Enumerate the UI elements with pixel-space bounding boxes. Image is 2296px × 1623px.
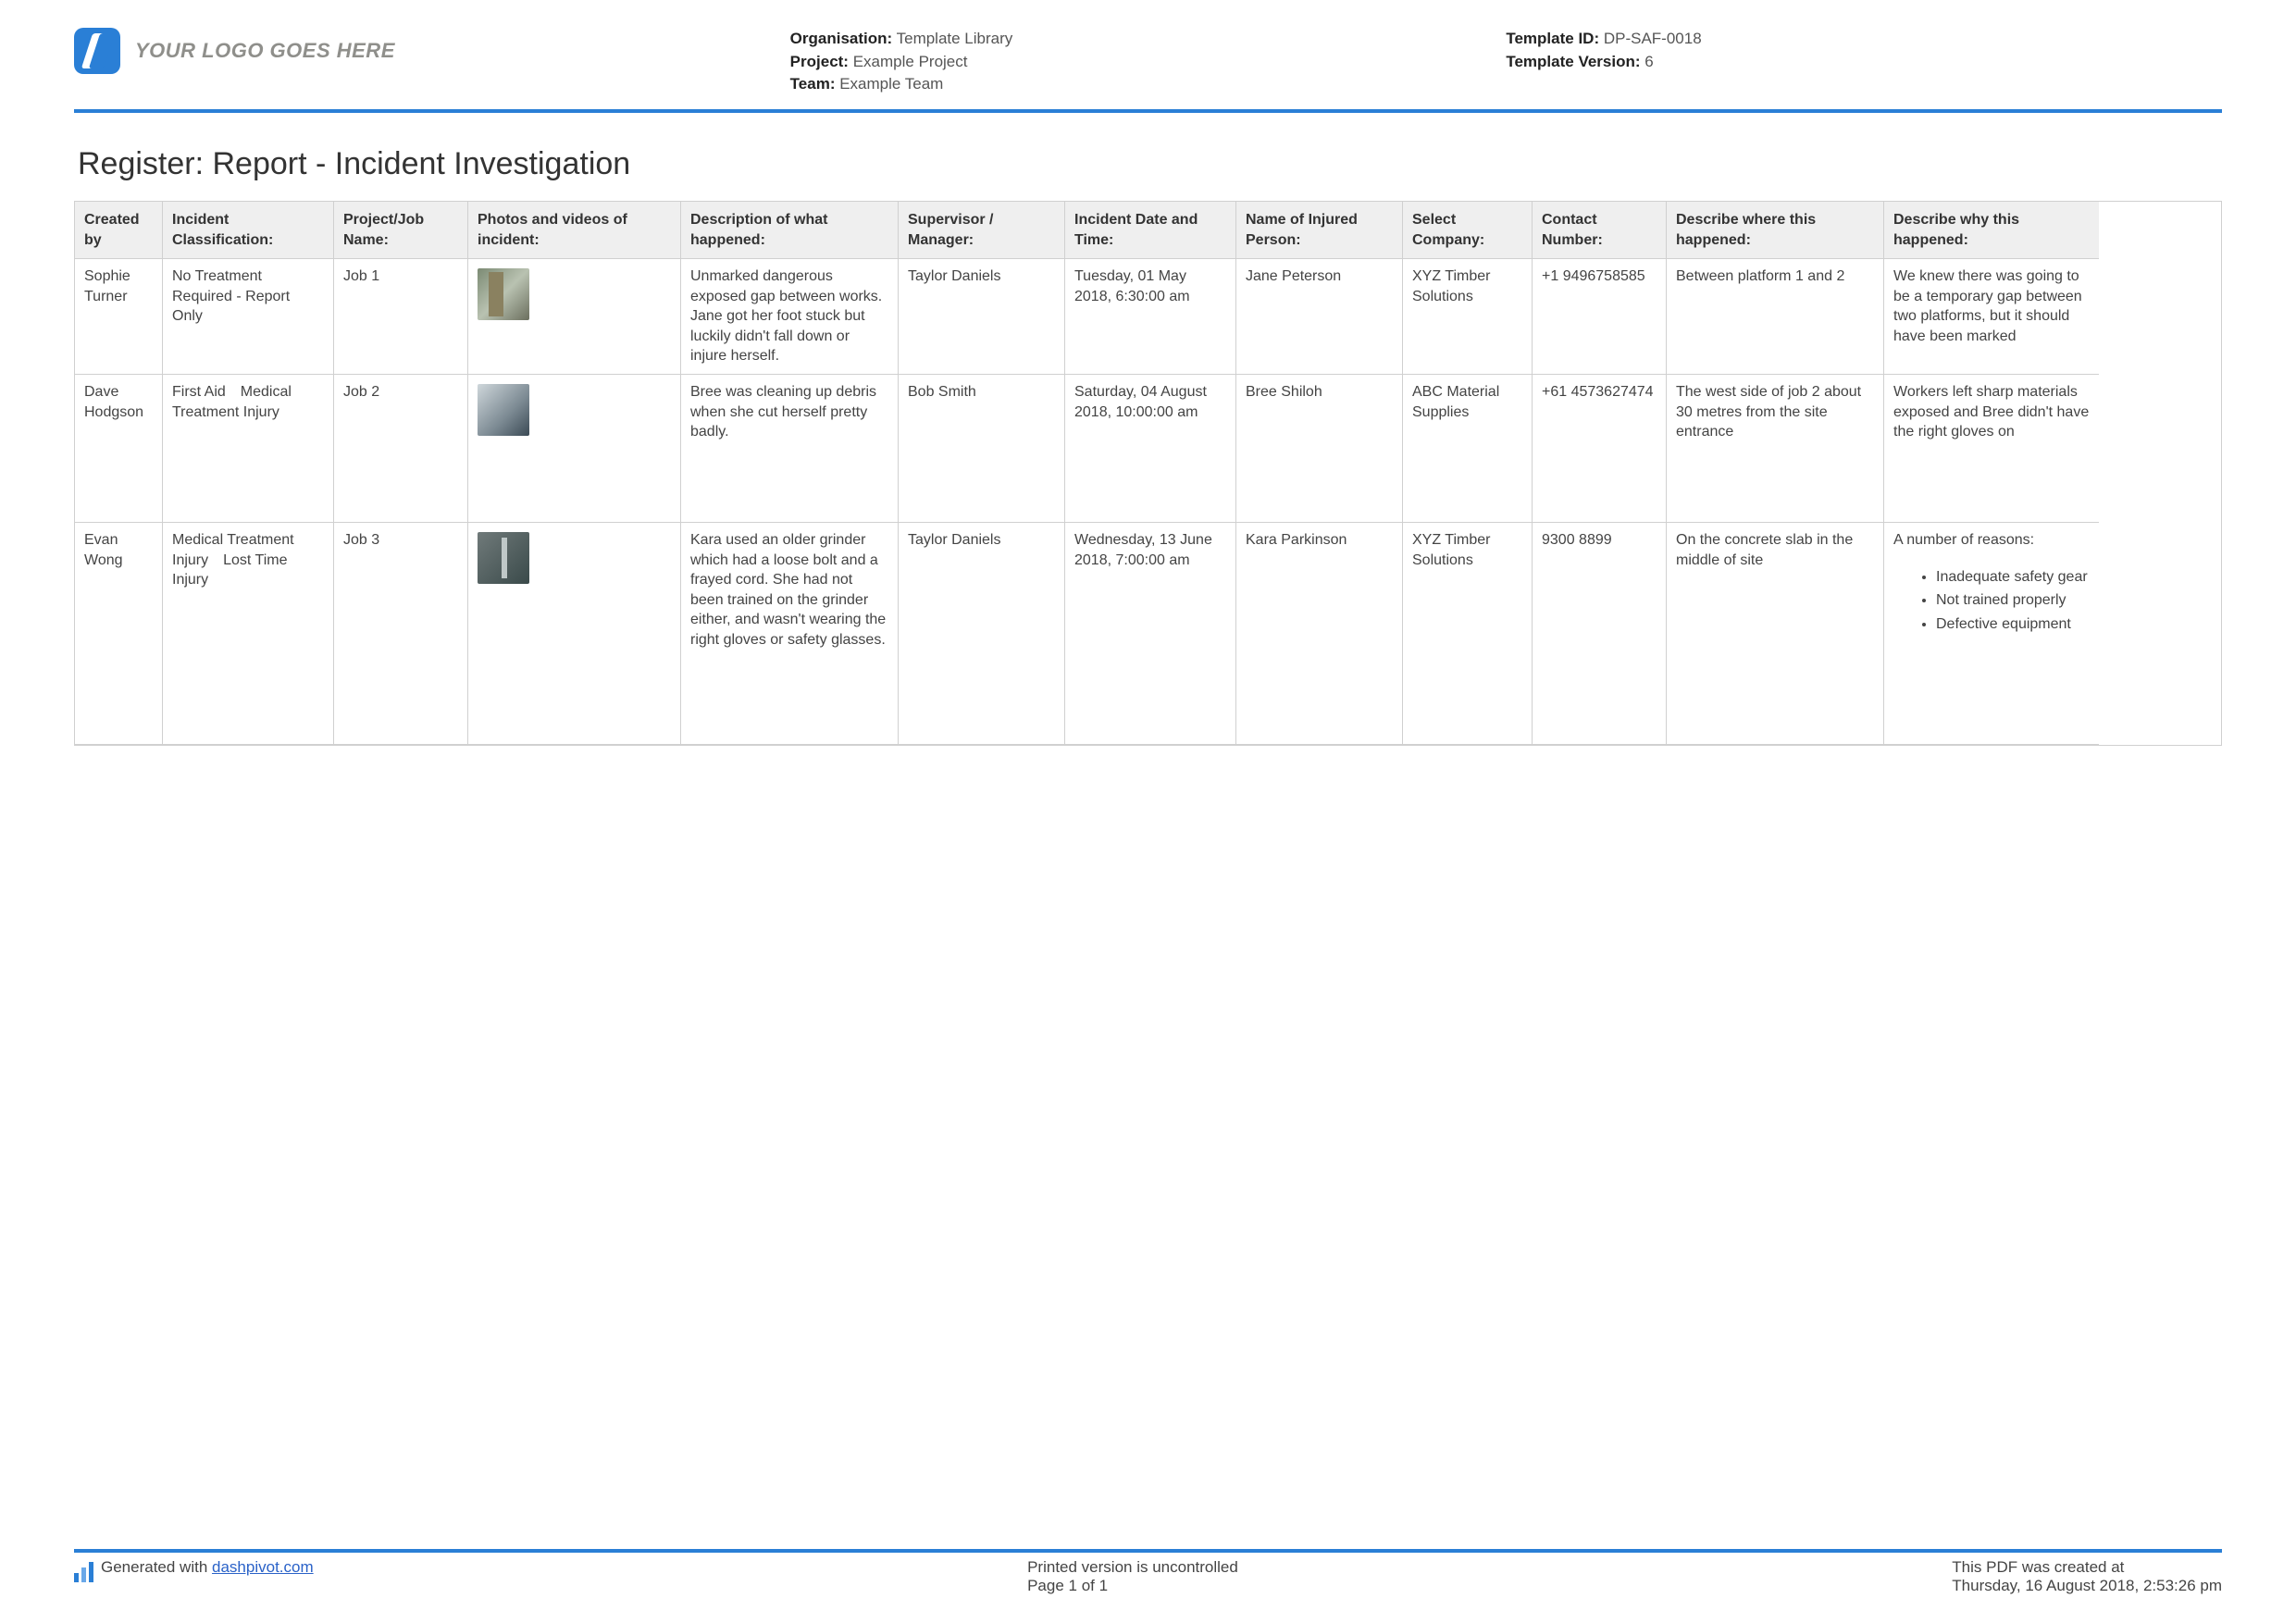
incident-photo-thumbnail: [478, 268, 529, 320]
table-cell: +1 9496758585: [1533, 259, 1667, 375]
col-job: Project/Job Name:: [334, 202, 468, 259]
template-version-row: Template Version: 6: [1506, 51, 2222, 74]
table-cell: ABC Material Supplies: [1403, 375, 1533, 523]
why-reason-item: Inadequate safety gear: [1936, 567, 2090, 588]
table-cell: Workers left sharp materials exposed and…: [1884, 375, 2099, 523]
table-cell: Wednesday, 13 June 2018, 7:00:00 am: [1065, 523, 1236, 745]
photo-cell: [468, 523, 681, 745]
col-created-by: Created by: [75, 202, 163, 259]
table-cell: Between platform 1 and 2: [1667, 259, 1884, 375]
table-cell: Tuesday, 01 May 2018, 6:30:00 am: [1065, 259, 1236, 375]
col-contact: Contact Number:: [1533, 202, 1667, 259]
team-value: Example Team: [839, 75, 943, 93]
template-id-row: Template ID: DP-SAF-0018: [1506, 28, 2222, 51]
footer-right: This PDF was created at Thursday, 16 Aug…: [1952, 1558, 2222, 1595]
table-cell: Job 1: [334, 259, 468, 375]
photo-cell: [468, 375, 681, 523]
col-company: Select Company:: [1403, 202, 1533, 259]
page-number: Page 1 of 1: [1027, 1577, 1238, 1595]
header-left: YOUR LOGO GOES HERE: [74, 28, 790, 74]
table-cell: Bob Smith: [899, 375, 1065, 523]
table-cell: 9300 8899: [1533, 523, 1667, 745]
table-cell: Unmarked dangerous exposed gap between w…: [681, 259, 899, 375]
table-cell: XYZ Timber Solutions: [1403, 523, 1533, 745]
dashpivot-link[interactable]: dashpivot.com: [212, 1558, 314, 1576]
generated-with-text: Generated with dashpivot.com: [101, 1558, 314, 1577]
page-title: Register: Report - Incident Investigatio…: [78, 146, 2222, 182]
table-cell: XYZ Timber Solutions: [1403, 259, 1533, 375]
project-label: Project:: [790, 53, 849, 70]
table-cell: Bree was cleaning up debris when she cut…: [681, 375, 899, 523]
table-cell: Saturday, 04 August 2018, 10:00:00 am: [1065, 375, 1236, 523]
why-reason-item: Not trained properly: [1936, 590, 2090, 611]
table-cell: Dave Hodgson: [75, 375, 163, 523]
table-cell: Job 3: [334, 523, 468, 745]
col-why: Describe why this happened:: [1884, 202, 2099, 259]
table-cell: Jane Peterson: [1236, 259, 1403, 375]
why-intro: A number of reasons:: [1893, 532, 2034, 548]
table-cell: The west side of job 2 about 30 metres f…: [1667, 375, 1884, 523]
why-reason-item: Defective equipment: [1936, 614, 2090, 635]
col-classification: Incident Classification:: [163, 202, 334, 259]
organisation-row: Organisation: Template Library: [790, 28, 1507, 51]
incident-photo-thumbnail: [478, 384, 529, 436]
table-cell: Bree Shiloh: [1236, 375, 1403, 523]
header-center: Organisation: Template Library Project: …: [790, 28, 1507, 96]
created-at-value: Thursday, 16 August 2018, 2:53:26 pm: [1952, 1577, 2222, 1595]
table-cell: First Aid Medical Treatment Injury: [163, 375, 334, 523]
table-cell: Sophie Turner: [75, 259, 163, 375]
header-right: Template ID: DP-SAF-0018 Template Versio…: [1506, 28, 2222, 73]
document-header: YOUR LOGO GOES HERE Organisation: Templa…: [74, 28, 2222, 113]
template-id-label: Template ID:: [1506, 30, 1599, 47]
table-cell: Taylor Daniels: [899, 523, 1065, 745]
created-at-label: This PDF was created at: [1952, 1558, 2222, 1577]
table-cell: We knew there was going to be a temporar…: [1884, 259, 2099, 375]
project-row: Project: Example Project: [790, 51, 1507, 74]
table-cell: Kara Parkinson: [1236, 523, 1403, 745]
document-page: YOUR LOGO GOES HERE Organisation: Templa…: [0, 0, 2296, 1623]
table-cell: +61 4573627474: [1533, 375, 1667, 523]
incident-photo-thumbnail: [478, 532, 529, 584]
logo-placeholder-text: YOUR LOGO GOES HERE: [135, 39, 395, 63]
why-reason-list: Inadequate safety gear Not trained prope…: [1936, 567, 2090, 635]
table-cell: Evan Wong: [75, 523, 163, 745]
team-row: Team: Example Team: [790, 73, 1507, 96]
table-cell: Taylor Daniels: [899, 259, 1065, 375]
footer-left: Generated with dashpivot.com: [74, 1558, 314, 1595]
photo-cell: [468, 259, 681, 375]
table-cell: No Treatment Required - Report Only: [163, 259, 334, 375]
template-version-label: Template Version:: [1506, 53, 1640, 70]
col-datetime: Incident Date and Time:: [1065, 202, 1236, 259]
organisation-label: Organisation:: [790, 30, 893, 47]
uncontrolled-text: Printed version is uncontrolled: [1027, 1558, 1238, 1577]
why-cell: A number of reasons: Inadequate safety g…: [1884, 523, 2099, 745]
col-where: Describe where this happened:: [1667, 202, 1884, 259]
footer-center: Printed version is uncontrolled Page 1 o…: [1027, 1558, 1238, 1595]
table-cell: Kara used an older grinder which had a l…: [681, 523, 899, 745]
team-label: Team:: [790, 75, 836, 93]
logo-icon: [74, 28, 120, 74]
incident-table: Created by Incident Classification: Proj…: [74, 201, 2222, 746]
organisation-value: Template Library: [897, 30, 1013, 47]
table-cell: On the concrete slab in the middle of si…: [1667, 523, 1884, 745]
table-cell: Medical Treatment Injury Lost Time Injur…: [163, 523, 334, 745]
bars-icon: [74, 1562, 93, 1582]
table-cell: Job 2: [334, 375, 468, 523]
document-footer: Generated with dashpivot.com Printed ver…: [74, 1549, 2222, 1595]
project-value: Example Project: [853, 53, 968, 70]
col-injured: Name of Injured Person:: [1236, 202, 1403, 259]
generated-with-label: Generated with: [101, 1558, 212, 1576]
col-supervisor: Supervisor / Manager:: [899, 202, 1065, 259]
template-version-value: 6: [1644, 53, 1653, 70]
col-photos: Photos and videos of incident:: [468, 202, 681, 259]
template-id-value: DP-SAF-0018: [1604, 30, 1702, 47]
col-description: Description of what happened:: [681, 202, 899, 259]
